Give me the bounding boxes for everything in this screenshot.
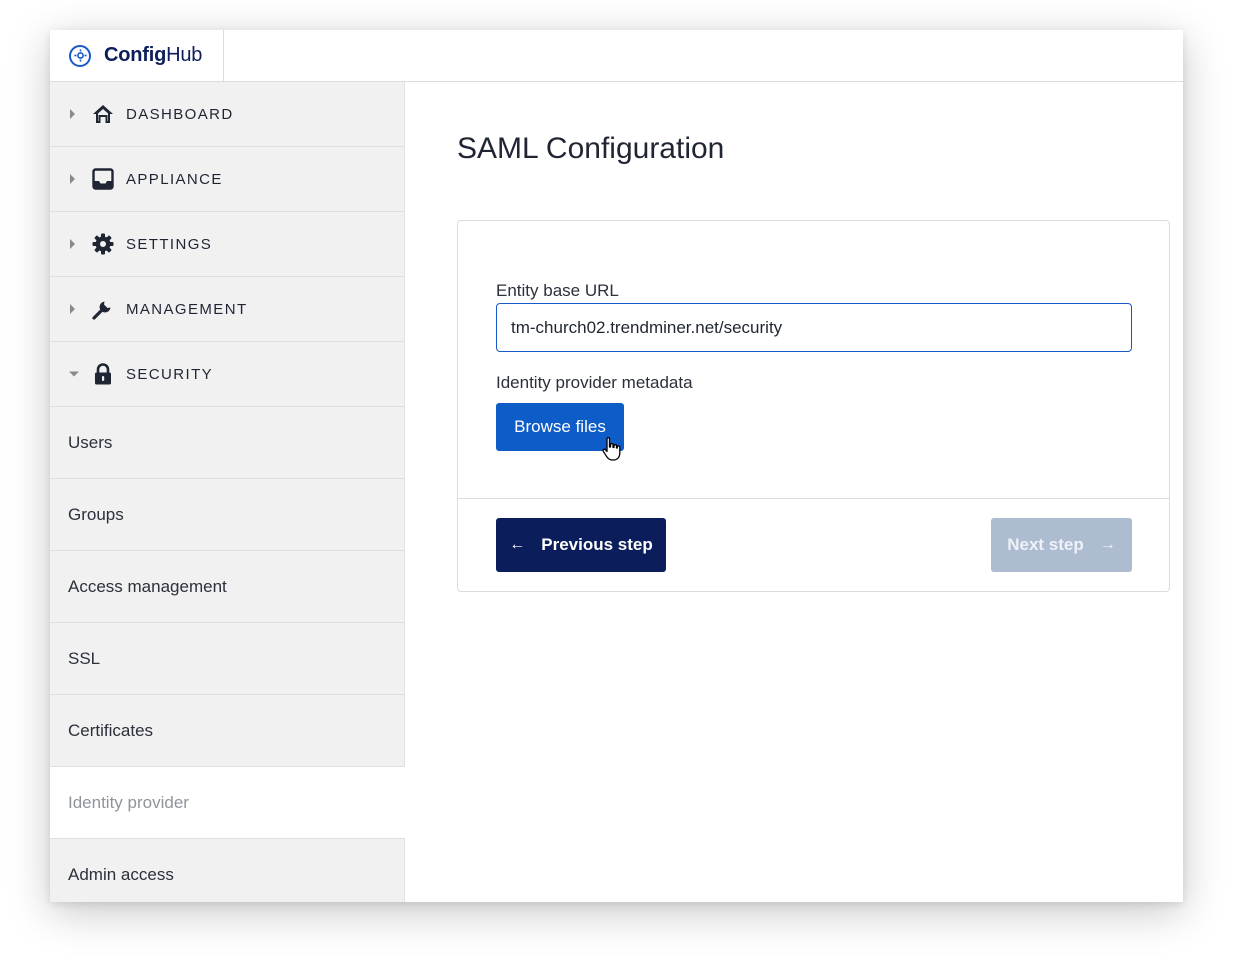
gear-icon [92,233,114,255]
arrow-right-icon: → [1099,536,1116,553]
sidebar-item-groups[interactable]: Groups [50,479,404,551]
sidebar-item-admin-access[interactable]: Admin access [50,839,404,902]
caret-right-icon [70,109,75,119]
idp-metadata-label: Identity provider metadata [496,373,693,392]
hand-pointer-icon [602,437,621,461]
saml-form-card: Entity base URL Identity provider metada… [457,220,1170,592]
sidebar-section-label: SETTINGS [126,235,213,253]
sidebar-section-label: APPLIANCE [126,170,223,188]
sidebar-section-appliance[interactable]: APPLIANCE [50,147,404,212]
brand-name: ConfigHub [104,44,203,66]
entity-url-label: Entity base URL [496,281,619,300]
sidebar-item-access-management[interactable]: Access management [50,551,404,623]
gear-circle-icon [69,44,91,67]
app-window: ConfigHub DASHBOARD APPLIANCE SETTINGS M… [50,30,1183,902]
sidebar-section-settings[interactable]: SETTINGS [50,212,404,277]
previous-step-button[interactable]: ← Previous step [496,518,666,572]
sidebar-section-label: MANAGEMENT [126,300,248,318]
sidebar-item-identity-provider[interactable]: Identity provider [50,767,405,839]
home-icon [92,103,114,125]
arrow-left-icon: ← [509,536,526,553]
page-title: SAML Configuration [457,132,725,165]
sidebar-item-ssl[interactable]: SSL [50,623,404,695]
sidebar-section-label: SECURITY [126,365,214,383]
sidebar-item-users[interactable]: Users [50,407,404,479]
top-bar: ConfigHub [50,30,1183,82]
lock-icon [92,363,114,385]
sidebar-section-management[interactable]: MANAGEMENT [50,277,404,342]
caret-right-icon [70,174,75,184]
main-content: SAML Configuration Entity base URL Ident… [405,82,1183,902]
sidebar-section-label: DASHBOARD [126,105,234,123]
inbox-tray-icon [92,168,114,190]
caret-right-icon [70,304,75,314]
brand[interactable]: ConfigHub [50,30,224,81]
card-body: Entity base URL Identity provider metada… [458,221,1169,499]
next-step-label: Next step [1007,535,1084,554]
sidebar: DASHBOARD APPLIANCE SETTINGS MANAGEMENT [50,82,405,902]
next-step-button[interactable]: Next step → [991,518,1132,572]
sidebar-section-security[interactable]: SECURITY [50,342,404,407]
caret-right-icon [70,239,75,249]
caret-down-icon [69,371,79,377]
sidebar-item-certificates[interactable]: Certificates [50,695,404,767]
previous-step-label: Previous step [541,535,653,554]
wrench-icon [92,298,114,320]
entity-url-input[interactable] [496,303,1132,352]
sidebar-section-dashboard[interactable]: DASHBOARD [50,82,404,147]
